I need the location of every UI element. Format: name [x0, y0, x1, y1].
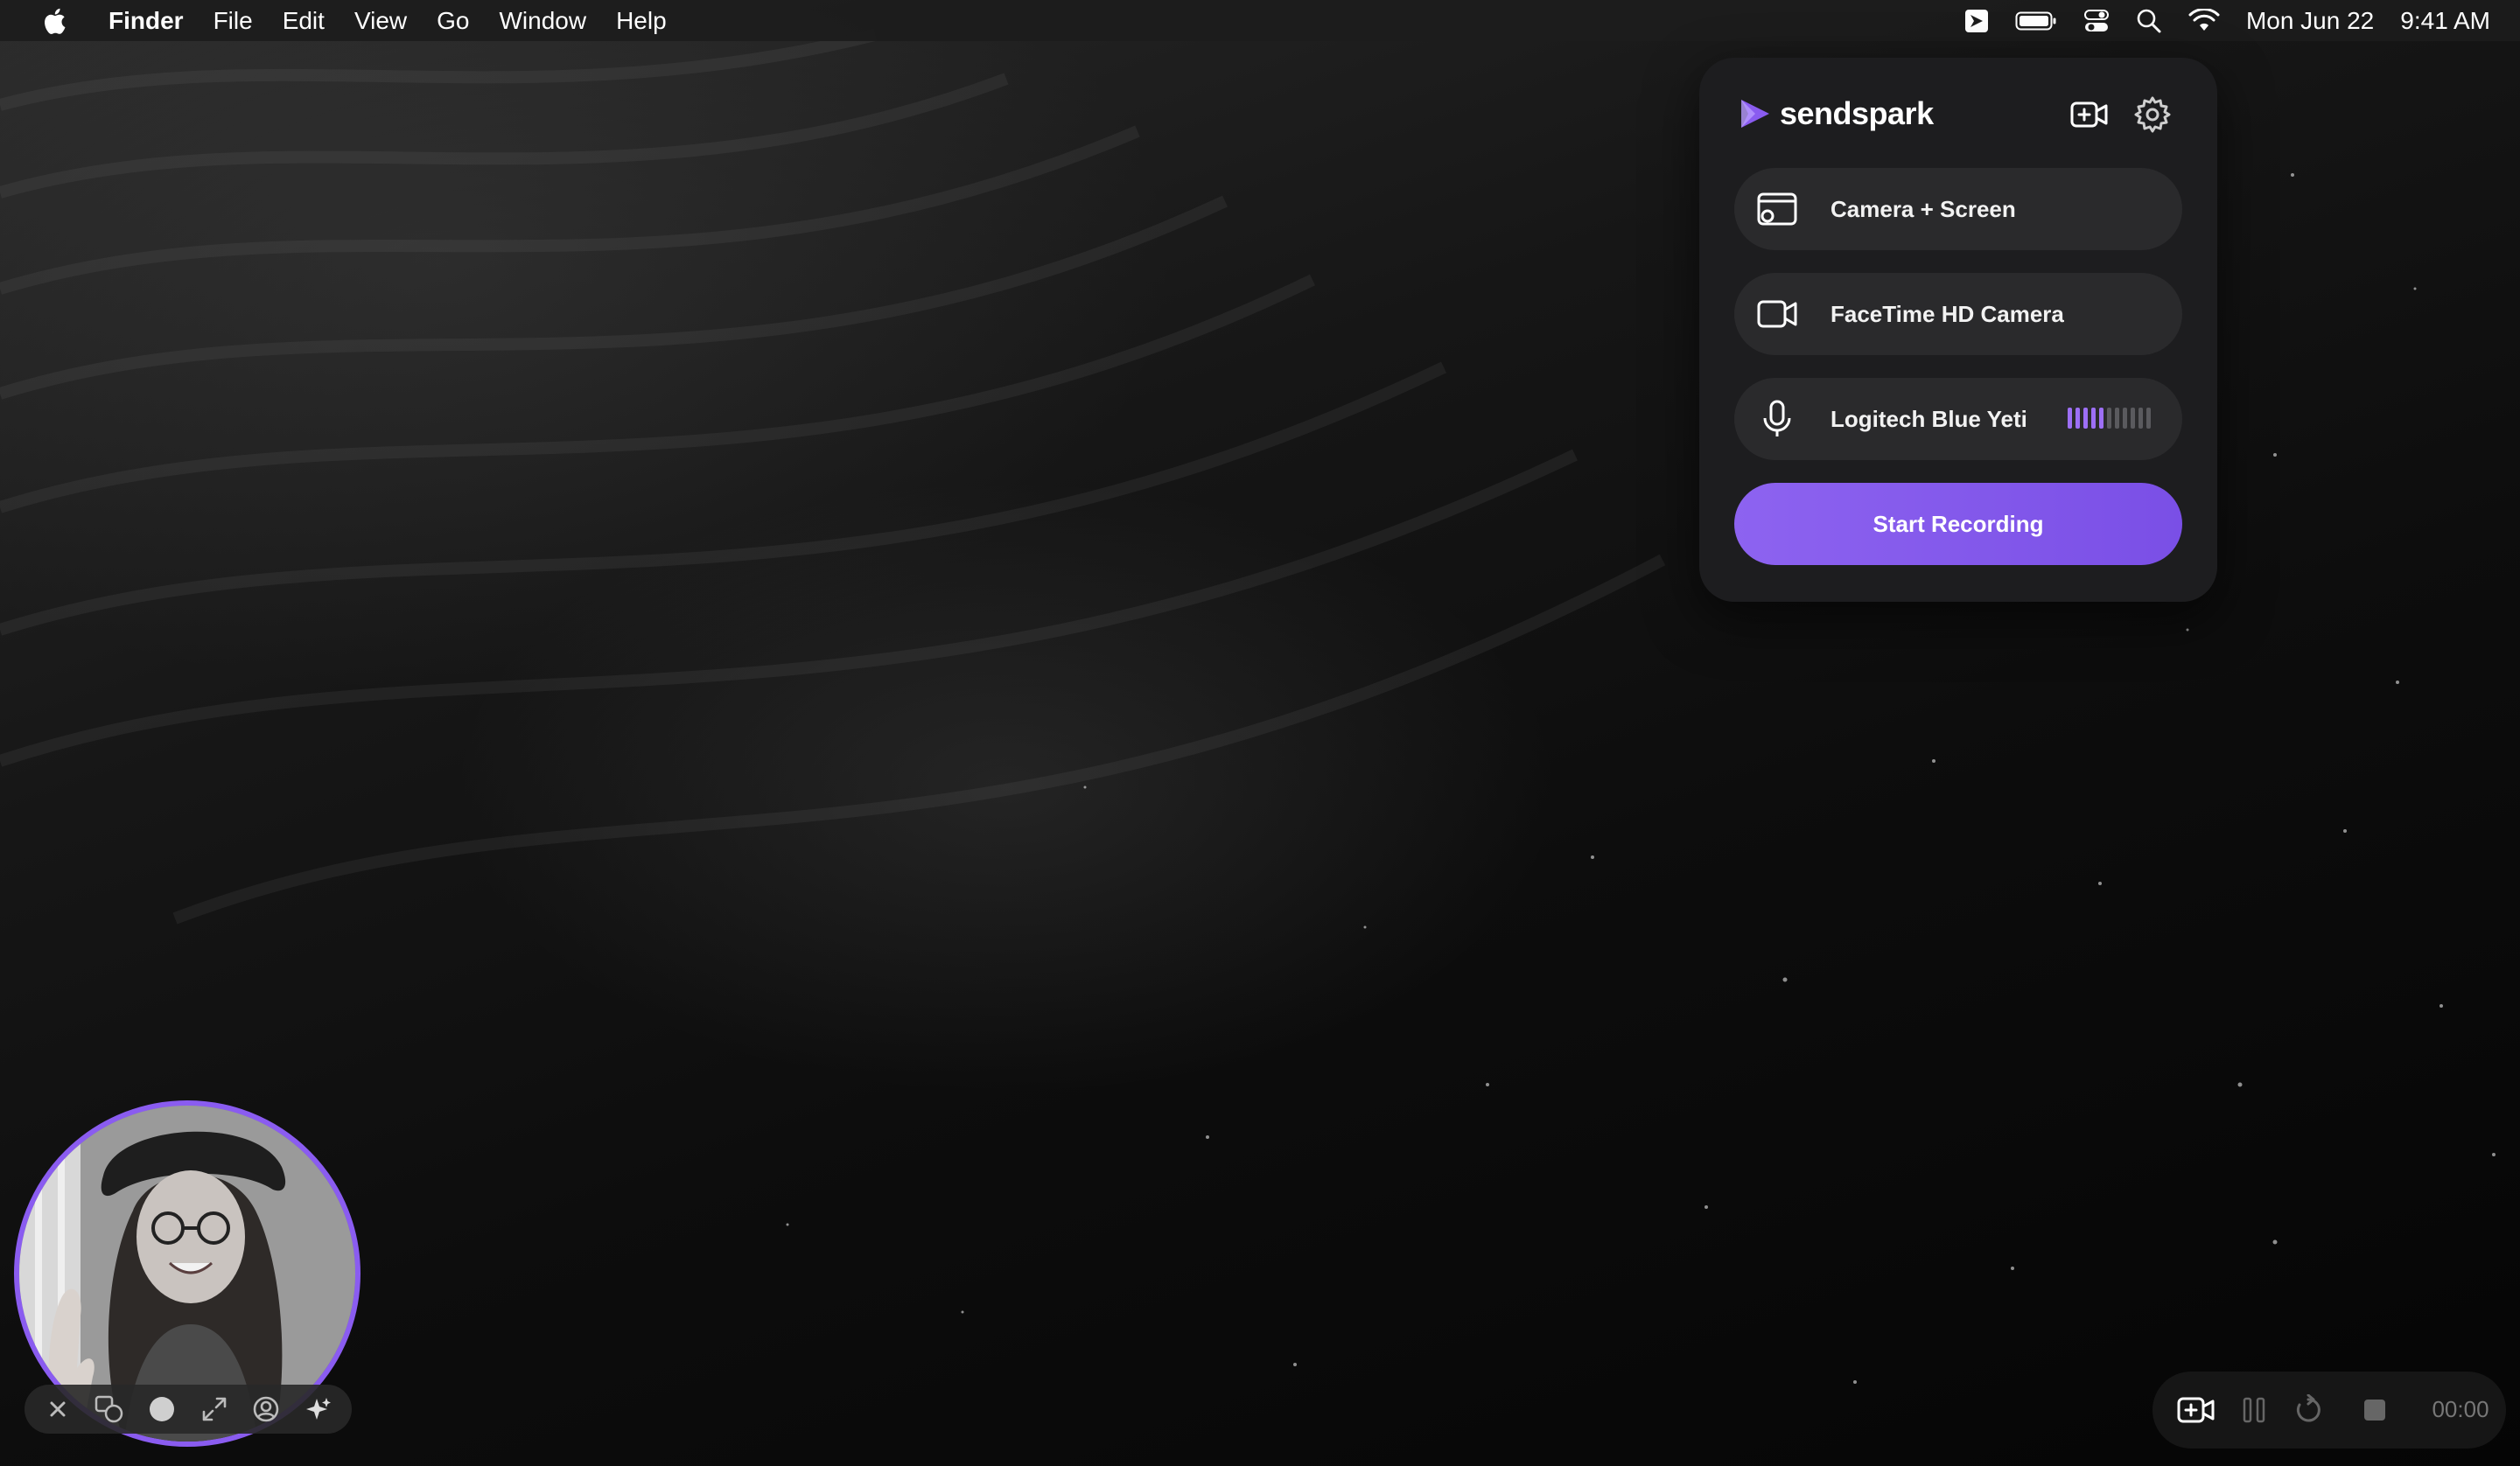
add-video-icon: [2177, 1397, 2215, 1423]
recording-timer: 00:00: [2432, 1396, 2489, 1422]
sendspark-logo-icon: [1741, 100, 1769, 128]
new-video-button[interactable]: [2068, 94, 2110, 135]
switch-view-button[interactable]: [92, 1392, 127, 1427]
expand-webcam-button[interactable]: [197, 1392, 232, 1427]
menu-bar: Finder File Edit View Go Window Help Mon…: [0, 0, 2520, 41]
menu-view[interactable]: View: [354, 7, 407, 35]
wifi-icon[interactable]: [2188, 8, 2220, 33]
meter-bar: [2076, 408, 2080, 429]
meter-bar: [2138, 408, 2143, 429]
option-camera-device[interactable]: FaceTime HD Camera: [1734, 273, 2182, 355]
meter-bar: [2123, 408, 2127, 429]
settings-button[interactable]: [2132, 94, 2174, 135]
status-area: Mon Jun 22 9:41 AM: [1938, 0, 2490, 41]
avatar-icon: [254, 1396, 279, 1422]
meter-bar: [2068, 408, 2072, 429]
mic-level-meter: [2068, 408, 2151, 429]
switch-view-icon: [95, 1395, 123, 1423]
meter-bar: [2107, 408, 2111, 429]
apple-menu-icon[interactable]: [44, 6, 70, 36]
brand-name: sendspark: [1780, 95, 1934, 131]
battery-icon[interactable]: [2015, 10, 2057, 31]
meter-bar: [2146, 408, 2151, 429]
new-recording-button[interactable]: [2175, 1391, 2217, 1429]
app-menu-finder[interactable]: Finder: [108, 7, 184, 35]
menubar-time[interactable]: 9:41 AM: [2400, 7, 2490, 35]
option-camera-screen[interactable]: Camera + Screen: [1734, 168, 2182, 250]
restart-button[interactable]: [2287, 1391, 2329, 1429]
effects-sparkle-icon: [306, 1398, 332, 1420]
control-center-icon[interactable]: [2083, 8, 2110, 34]
meter-bar: [2131, 408, 2135, 429]
camera-screen-icon: [1755, 192, 1799, 227]
sendspark-logo: sendspark: [1740, 93, 1934, 135]
record-dot-icon: [150, 1397, 175, 1421]
stop-icon: [2364, 1400, 2385, 1421]
effects-button[interactable]: [301, 1392, 336, 1427]
option-label: Camera + Screen: [1830, 195, 2016, 222]
avatar-button[interactable]: [248, 1392, 284, 1427]
close-icon: [50, 1401, 66, 1417]
menu-go[interactable]: Go: [437, 7, 469, 35]
sendspark-icon[interactable]: [1964, 9, 1989, 33]
expand-icon: [202, 1397, 227, 1421]
sendspark-panel: sendspark Camera + Screen FaceTime HD Ca…: [1699, 58, 2217, 602]
close-webcam-button[interactable]: [40, 1392, 75, 1427]
menu-help[interactable]: Help: [616, 7, 667, 35]
webcam-toolbar: [24, 1385, 352, 1434]
gear-icon: [2134, 96, 2171, 133]
pause-button[interactable]: [2233, 1391, 2275, 1429]
recording-controls-bar: 00:00: [2152, 1372, 2506, 1449]
menu-edit[interactable]: Edit: [283, 7, 325, 35]
meter-bar: [2099, 408, 2104, 429]
pause-icon: [2243, 1397, 2265, 1423]
add-video-icon: [2070, 101, 2108, 128]
stop-button[interactable]: [2354, 1391, 2396, 1429]
option-label: FaceTime HD Camera: [1830, 300, 2064, 327]
microphone-icon: [1755, 399, 1799, 439]
meter-bar: [2083, 408, 2088, 429]
menubar-date[interactable]: Mon Jun 22: [2246, 7, 2374, 35]
menu-file[interactable]: File: [214, 7, 253, 35]
option-label: Logitech Blue Yeti: [1830, 405, 2027, 432]
record-dot-button[interactable]: [144, 1392, 179, 1427]
restart-icon: [2296, 1394, 2320, 1422]
meter-bar: [2091, 408, 2096, 429]
menu-window[interactable]: Window: [499, 7, 586, 35]
meter-bar: [2115, 408, 2119, 429]
video-camera-icon: [1755, 298, 1799, 330]
option-microphone[interactable]: Logitech Blue Yeti: [1734, 378, 2182, 460]
spotlight-search-icon[interactable]: [2136, 8, 2162, 34]
start-recording-button[interactable]: Start Recording: [1734, 483, 2182, 565]
